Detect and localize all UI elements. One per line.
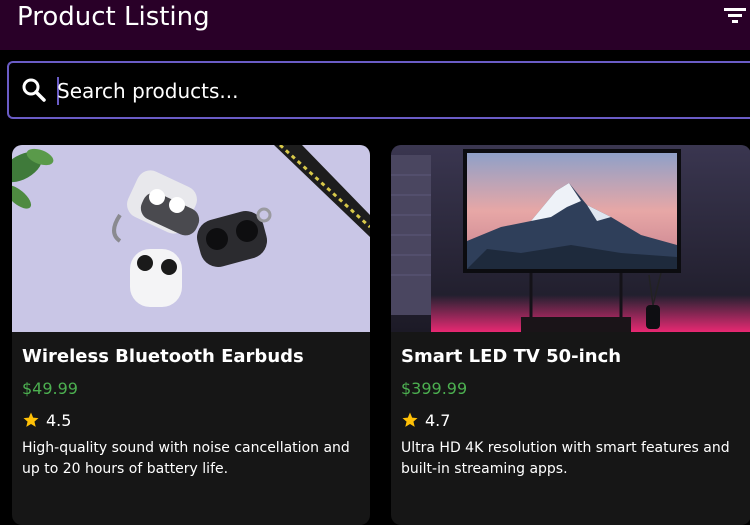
product-image-tv[interactable]: [391, 145, 750, 332]
search-icon: [22, 78, 46, 102]
page-title: Product Listing: [17, 2, 210, 32]
filter-icon: [724, 8, 746, 23]
search-bar[interactable]: [7, 61, 750, 119]
filter-button[interactable]: [722, 4, 750, 28]
product-description: Ultra HD 4K resolution with smart featur…: [401, 440, 730, 477]
product-image-earbuds[interactable]: [12, 145, 370, 332]
product-card[interactable]: Wireless Bluetooth Earbuds $49.99 4.5 Hi…: [12, 145, 370, 525]
star-icon: [23, 412, 39, 427]
product-price: $49.99: [22, 379, 78, 398]
product-description: High-quality sound with noise cancellati…: [22, 440, 350, 477]
product-rating: 4.5: [22, 409, 71, 431]
rating-value: 4.7: [425, 410, 451, 430]
search-input[interactable]: [57, 71, 737, 111]
product-price: $399.99: [401, 379, 468, 398]
app-header: Product Listing: [0, 0, 750, 50]
product-card[interactable]: Smart LED TV 50-inch $399.99 4.7 Ultra H…: [391, 145, 750, 525]
product-rating: 4.7: [401, 409, 450, 431]
rating-value: 4.5: [46, 410, 72, 430]
star-icon: [402, 412, 418, 427]
product-title[interactable]: Wireless Bluetooth Earbuds: [22, 346, 304, 367]
product-title[interactable]: Smart LED TV 50-inch: [401, 346, 621, 367]
